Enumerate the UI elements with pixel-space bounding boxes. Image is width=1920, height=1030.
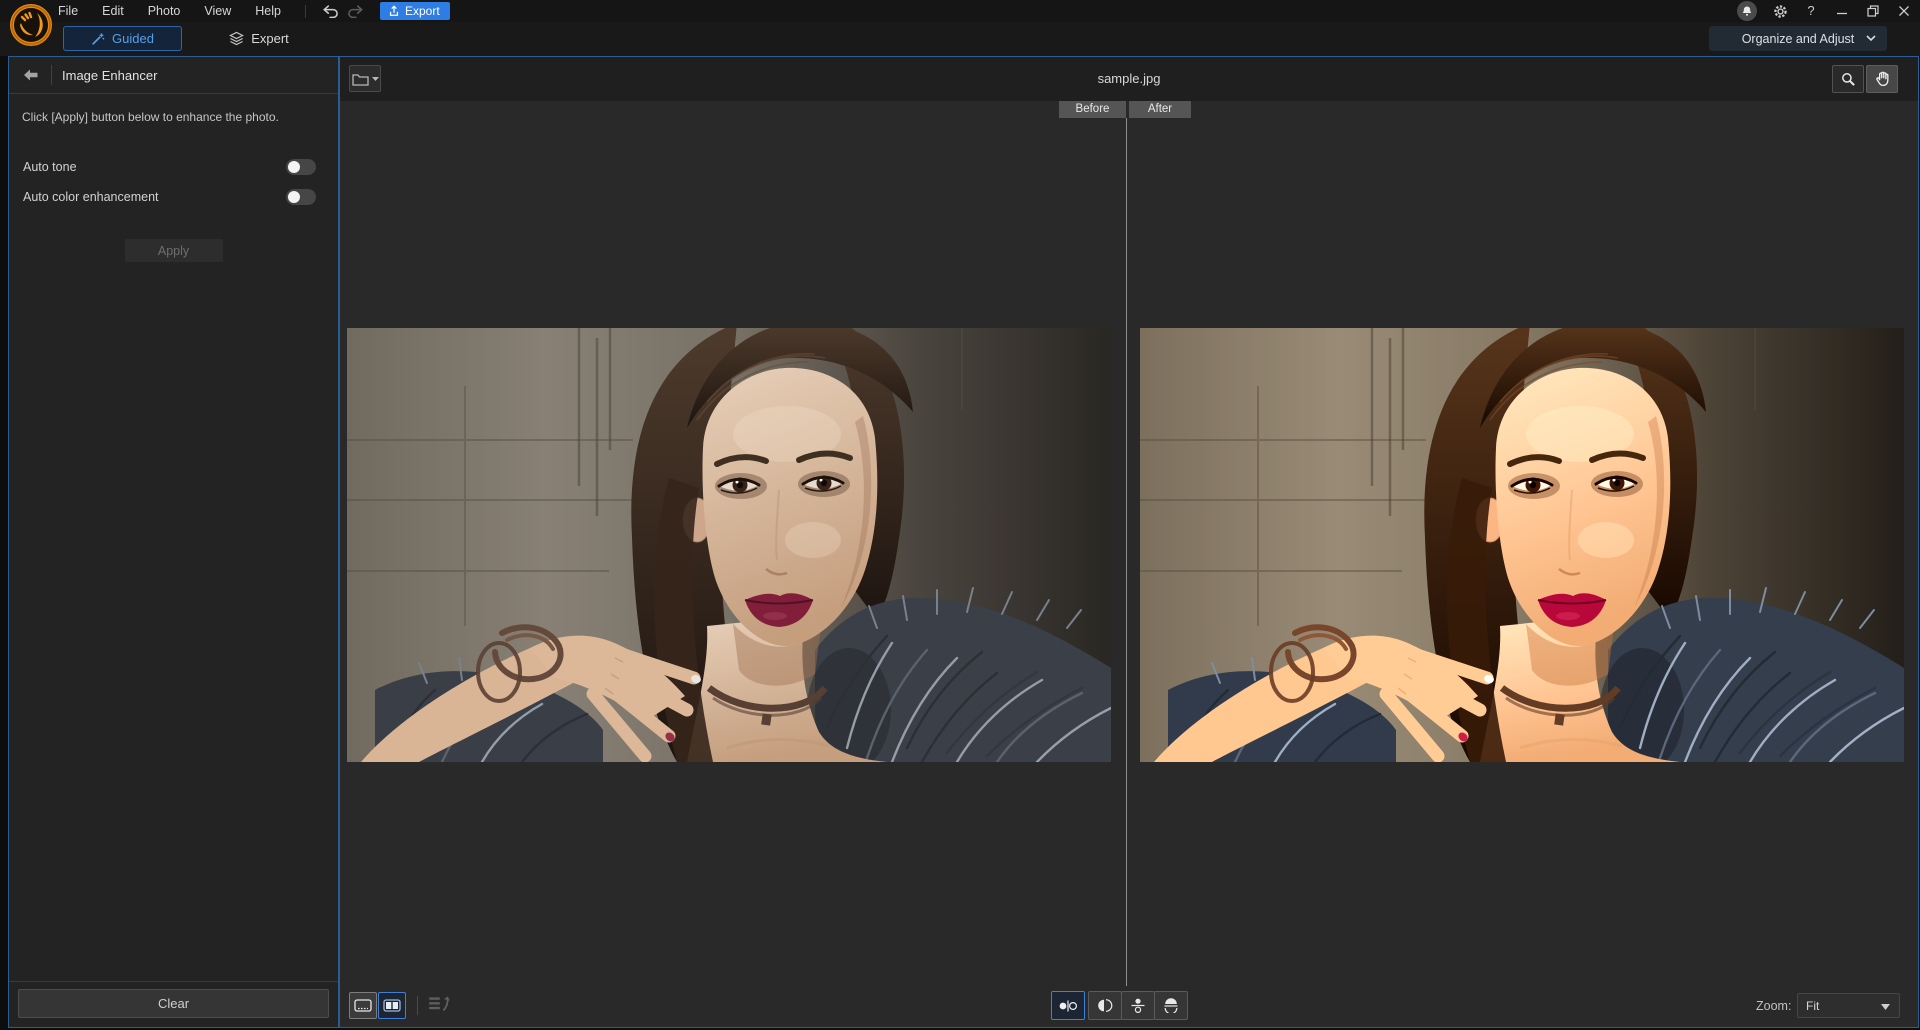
- canvas-area: sample.jpg Before After: [339, 56, 1919, 1028]
- settings-gear-icon[interactable]: [1772, 0, 1788, 22]
- canvas-bottom-toolbar: Zoom: Fit: [340, 984, 1918, 1027]
- help-icon[interactable]: ?: [1803, 0, 1819, 22]
- panel-footer: Clear: [9, 981, 338, 1027]
- export-button[interactable]: Export: [380, 2, 450, 20]
- panel-header: Image Enhancer: [9, 57, 338, 94]
- before-photo[interactable]: [347, 328, 1111, 762]
- auto-color-label: Auto color enhancement: [23, 190, 159, 204]
- toggle-knob: [288, 161, 300, 173]
- zoom-value: Fit: [1806, 999, 1819, 1013]
- menu-view[interactable]: View: [204, 4, 231, 18]
- panel-spacer: [9, 262, 338, 981]
- menu-photo[interactable]: Photo: [148, 4, 181, 18]
- copy-adjustments-icon[interactable]: [428, 995, 454, 1014]
- undo-icon[interactable]: [320, 2, 342, 20]
- window-controls: ?: [1737, 0, 1912, 22]
- layers-icon: [229, 31, 244, 46]
- minimize-icon[interactable]: [1834, 0, 1850, 22]
- single-view-icon: [354, 999, 372, 1012]
- tab-guided[interactable]: Guided: [63, 26, 182, 51]
- menu-help[interactable]: Help: [255, 4, 281, 18]
- notifications-icon[interactable]: [1737, 1, 1757, 21]
- panel-header-divider: [51, 65, 52, 85]
- split-view-icon: [383, 999, 401, 1012]
- compare-split-horizontal-icon: [1163, 998, 1179, 1013]
- canvas-header: sample.jpg: [340, 57, 1918, 101]
- pan-tool-button[interactable]: [1866, 65, 1898, 93]
- app-window: { "app": { "menus": ["File", "Edit", "Ph…: [0, 0, 1920, 1030]
- auto-color-toggle[interactable]: [286, 189, 316, 205]
- compare-split-horizontal-button[interactable]: [1154, 991, 1188, 1020]
- compare-side-by-side-button[interactable]: [1051, 991, 1085, 1020]
- tab-guided-label: Guided: [112, 31, 154, 46]
- auto-tone-row: Auto tone: [9, 152, 338, 182]
- restore-window-icon[interactable]: [1865, 0, 1881, 22]
- tab-expert-label: Expert: [251, 31, 289, 46]
- compare-top-bottom-button[interactable]: [1121, 991, 1155, 1020]
- zoom-dropdown-arrow-icon: [1881, 1004, 1890, 1010]
- menu-file[interactable]: File: [58, 4, 78, 18]
- menu-edit[interactable]: Edit: [102, 4, 124, 18]
- zoom-dropdown[interactable]: Fit: [1797, 993, 1900, 1018]
- panel-title: Image Enhancer: [62, 68, 157, 83]
- apply-button[interactable]: Apply: [125, 239, 223, 262]
- after-photo[interactable]: [1140, 328, 1904, 762]
- mode-dropdown[interactable]: Organize and Adjust: [1709, 26, 1887, 51]
- compare-top-bottom-icon: [1130, 998, 1146, 1013]
- view-split-button[interactable]: [378, 992, 406, 1019]
- app-logo-icon[interactable]: [9, 3, 53, 47]
- compare-split-vertical-button[interactable]: [1088, 991, 1122, 1020]
- mode-dropdown-value: Organize and Adjust: [1742, 32, 1855, 46]
- menubar-separator: [305, 5, 306, 18]
- guided-edit-panel: Image Enhancer Click [Apply] button belo…: [8, 56, 339, 1028]
- before-label: Before: [1059, 101, 1126, 118]
- export-icon: [388, 5, 400, 17]
- close-icon[interactable]: [1896, 0, 1912, 22]
- back-button[interactable]: [17, 63, 43, 87]
- panel-instruction: Click [Apply] button below to enhance th…: [9, 94, 338, 125]
- export-label: Export: [405, 4, 440, 18]
- wand-icon: [91, 32, 105, 46]
- auto-tone-label: Auto tone: [23, 160, 77, 174]
- workspace-tabbar: Guided Expert Organize and Adjust: [0, 22, 1920, 56]
- menu-items: File Edit Photo View Help: [58, 4, 281, 18]
- auto-color-row: Auto color enhancement: [9, 182, 338, 212]
- compare-divider: [1126, 118, 1127, 986]
- zoom-label: Zoom:: [1756, 999, 1791, 1013]
- compare-split-vertical-icon: [1097, 998, 1113, 1013]
- tab-expert[interactable]: Expert: [203, 26, 315, 51]
- compare-side-by-side-icon: [1058, 999, 1078, 1013]
- auto-tone-toggle[interactable]: [286, 159, 316, 175]
- clear-button[interactable]: Clear: [18, 989, 329, 1018]
- zoom-tool-button[interactable]: [1832, 65, 1864, 93]
- after-label: After: [1129, 101, 1191, 118]
- toolbar-separator: [417, 996, 418, 1015]
- image-filename: sample.jpg: [340, 71, 1918, 86]
- view-single-button[interactable]: [349, 992, 377, 1019]
- hand-icon: [1874, 71, 1890, 87]
- redo-icon[interactable]: [344, 2, 366, 20]
- magnifier-icon: [1841, 72, 1856, 87]
- chevron-down-icon: [1866, 35, 1876, 41]
- toggle-knob: [288, 191, 300, 203]
- menubar: File Edit Photo View Help Export: [0, 0, 1920, 22]
- back-arrow-icon: [22, 68, 39, 82]
